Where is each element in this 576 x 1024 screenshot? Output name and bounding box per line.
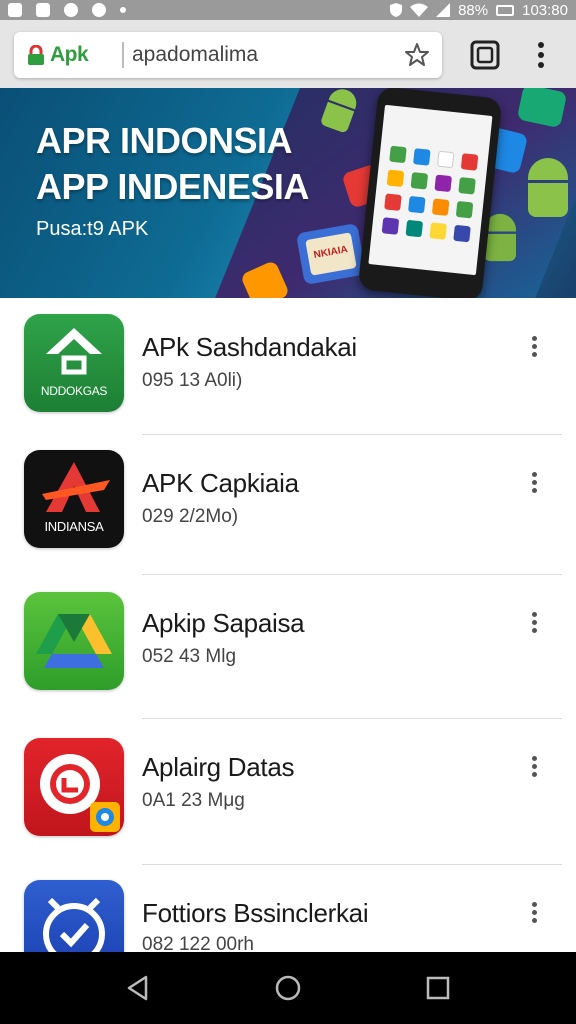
list-item[interactable]: Aplairg Datas 0A1 23 Mμg	[0, 722, 576, 865]
system-nav-bar	[0, 952, 576, 1024]
back-icon[interactable]	[124, 974, 152, 1002]
app-name: Apkip Sapaisa	[142, 608, 305, 638]
shield-icon	[390, 3, 403, 17]
app-meta: 095 13 A0li)	[142, 370, 243, 391]
app-name: Fottiors Bssinclerkai	[142, 898, 369, 928]
notification-icon	[64, 3, 78, 17]
list-item[interactable]: NDDOKGAS APk Sashdandakai 095 13 A0li)	[0, 298, 576, 438]
list-item[interactable]: Fottiors Bssinclerkai 082 122 00rh	[0, 868, 576, 952]
sticker-text: ΝΚΙΑΙΑ	[305, 232, 357, 276]
tabs-icon[interactable]	[470, 40, 500, 70]
clock-glyph-icon	[43, 897, 105, 952]
list-item[interactable]: Apkip Sapaisa 052 43 Mlg	[0, 576, 576, 719]
url-divider	[122, 42, 124, 68]
app-meta: 052 43 Mlg	[142, 646, 237, 667]
overflow-menu-icon[interactable]	[524, 470, 544, 500]
app-meta: 082 122 00rh	[142, 934, 254, 952]
browser-toolbar: Apk apadomalima	[0, 20, 576, 88]
home-arrow-glyph-icon	[46, 328, 102, 375]
promo-banner[interactable]: APR INDONSIA APP INDENESIA Pusa:t9 APK Ν…	[0, 88, 576, 298]
notification-icons	[8, 3, 126, 17]
url-text[interactable]: apadomalima	[132, 43, 258, 67]
list-item[interactable]: INDIANSA APK Capkiaia 029 2/2Mo)	[0, 436, 576, 576]
app-name: Aplairg Datas	[142, 752, 295, 782]
battery-percent: 88%	[458, 1, 489, 19]
app-list: NDDOKGAS APk Sashdandakai 095 13 A0li) I…	[0, 298, 576, 952]
status-bar: 88% 103:80	[0, 0, 576, 20]
signal-icon	[436, 3, 451, 17]
app-name: APk Sashdandakai	[142, 332, 357, 362]
notification-icon	[8, 3, 22, 17]
star-icon[interactable]	[404, 42, 430, 68]
recent-apps-icon[interactable]	[424, 974, 452, 1002]
overflow-menu-icon[interactable]	[524, 334, 544, 364]
app-name: APK Capkiaia	[142, 468, 299, 498]
gear-glyph-icon	[40, 754, 120, 832]
lock-icon	[28, 45, 44, 65]
wifi-icon	[410, 3, 429, 17]
phone-screen	[368, 104, 493, 276]
overflow-menu-icon[interactable]	[524, 754, 544, 784]
address-bar[interactable]: Apk apadomalima	[14, 32, 442, 78]
gear-badge-icon[interactable]	[24, 738, 124, 836]
battery-icon	[496, 4, 515, 16]
home-icon[interactable]	[274, 974, 302, 1002]
red-a-glyph-icon	[42, 462, 110, 512]
overflow-menu-icon[interactable]	[524, 610, 544, 640]
drive-glyph-icon	[36, 614, 112, 668]
notification-icon	[36, 3, 50, 17]
sticker-icon: ΝΚΙΑΙΑ	[295, 223, 367, 285]
app-meta: 029 2/2Mo)	[142, 506, 239, 527]
banner-title-line2: APP INDENESIA	[36, 166, 309, 207]
phone-app-grid	[381, 145, 479, 243]
notification-icon	[92, 3, 106, 17]
banner-title-line1: APR INDONSIA	[36, 120, 293, 161]
notification-dot-icon	[120, 7, 126, 13]
clock-icon[interactable]	[24, 880, 124, 952]
red-a-logo-icon[interactable]: INDIANSA	[24, 450, 124, 548]
drive-triangle-icon[interactable]	[24, 592, 124, 690]
row-divider	[142, 434, 562, 435]
row-divider	[142, 718, 562, 719]
icon-label: INDIANSA	[44, 519, 104, 534]
overflow-menu-icon[interactable]	[524, 900, 544, 930]
banner-subtitle: Pusa:t9 APK	[36, 218, 149, 240]
app-meta: 0A1 23 Mμg	[142, 790, 245, 811]
android-mascot-icon	[528, 158, 568, 217]
row-divider	[142, 574, 562, 575]
home-arrow-icon[interactable]: NDDOKGAS	[24, 314, 124, 412]
site-name: Apk	[50, 43, 89, 66]
row-divider	[142, 864, 562, 865]
icon-label: NDDOKGAS	[40, 384, 108, 398]
phone-illustration	[357, 88, 503, 298]
menu-icon[interactable]	[530, 40, 552, 70]
clock-time: 103:80	[522, 1, 568, 19]
